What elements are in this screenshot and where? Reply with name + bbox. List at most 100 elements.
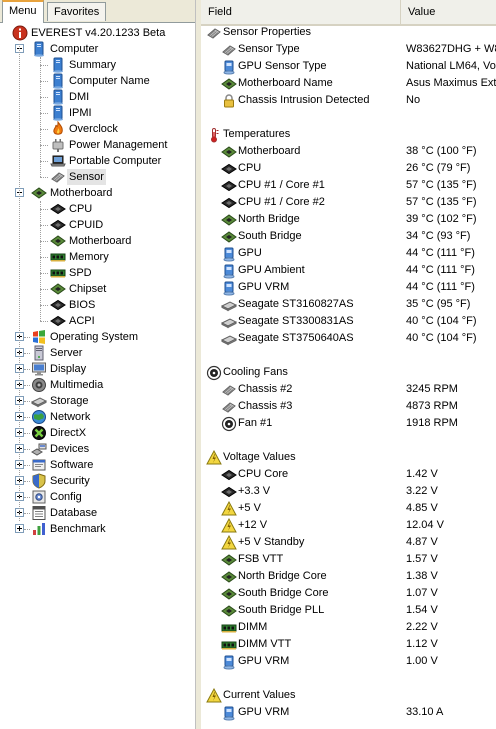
tree-item-label: Benchmark <box>50 523 106 535</box>
group-header-temperatures[interactable]: Temperatures <box>201 126 496 143</box>
list-row[interactable]: Sensor Type W83627DHG + W8 <box>201 41 496 58</box>
tree-connector <box>40 289 48 290</box>
field-name: South Bridge PLL <box>238 604 325 616</box>
field-name: North Bridge <box>238 213 300 225</box>
list-row[interactable]: GPU Sensor Type National LM64, Vol <box>201 58 496 75</box>
flame-icon <box>50 120 66 137</box>
list-row[interactable]: South Bridge PLL 1.54 V <box>201 602 496 619</box>
group-header-sensor-properties[interactable]: Sensor Properties <box>201 24 496 41</box>
list-row[interactable]: Chassis #3 4873 RPM <box>201 398 496 415</box>
list-row[interactable]: +3.3 V 3.22 V <box>201 483 496 500</box>
navigation-tree[interactable]: EVEREST v4.20.1233 Beta Computer Summary Co… <box>0 23 195 729</box>
list-row[interactable]: Motherboard 38 °C (100 °F) <box>201 143 496 160</box>
padlock-icon <box>221 93 237 109</box>
field-value: W83627DHG + W8 <box>406 43 496 55</box>
group-header-cooling-fans[interactable]: Cooling Fans <box>201 364 496 381</box>
field-value: 35 °C (95 °F) <box>406 298 471 310</box>
tree-item-label: IPMI <box>69 107 92 119</box>
list-row[interactable]: DIMM VTT 1.12 V <box>201 636 496 653</box>
field-value: 34 °C (93 °F) <box>406 230 471 242</box>
group-header-current-values[interactable]: Current Values <box>201 687 496 704</box>
tree-item-label: Motherboard <box>69 235 132 247</box>
field-value: 4.85 V <box>406 502 438 514</box>
field-value: 40 °C (104 °F) <box>406 315 477 327</box>
field-value: 12.04 V <box>406 519 444 531</box>
tree-connector <box>19 44 20 521</box>
list-row[interactable]: CPU #1 / Core #2 57 °C (135 °F) <box>201 194 496 211</box>
list-row[interactable]: +12 V 12.04 V <box>201 517 496 534</box>
tab-menu[interactable]: Menu <box>2 0 44 23</box>
list-row[interactable]: GPU VRM 1.00 V <box>201 653 496 670</box>
windows-logo-icon <box>31 329 47 345</box>
devices-icon <box>31 441 47 457</box>
laptop-icon <box>50 153 66 169</box>
list-row[interactable]: Seagate ST3300831AS 40 °C (104 °F) <box>201 313 496 330</box>
field-value: 4873 RPM <box>406 400 458 412</box>
chipset-icon <box>221 229 237 245</box>
memory-module-icon <box>50 249 66 265</box>
spd-module-icon <box>50 265 66 281</box>
list-row[interactable]: GPU VRM 33.10 A <box>201 704 496 721</box>
column-header-field[interactable]: Field <box>201 0 401 24</box>
field-value: 44 °C (111 °F) <box>406 281 475 293</box>
list-row[interactable]: North Bridge 39 °C (102 °F) <box>201 211 496 228</box>
tree-item-label: Security <box>50 475 90 487</box>
list-row[interactable]: GPU VRM 44 °C (111 °F) <box>201 279 496 296</box>
tree-item-label: Motherboard <box>50 187 113 199</box>
config-icon <box>31 489 47 505</box>
tree-item-label: CPU <box>69 203 93 215</box>
tree-item-label: Network <box>50 411 91 423</box>
tree-item-label: Computer <box>50 43 99 55</box>
list-row[interactable]: Chassis Intrusion Detected No <box>201 92 496 109</box>
list-row[interactable]: Fan #1 1918 RPM <box>201 415 496 432</box>
field-value: 44 °C (111 °F) <box>406 264 475 276</box>
tree-connector <box>40 209 48 210</box>
field-name: Motherboard <box>238 145 301 157</box>
list-row[interactable]: Seagate ST3750640AS 40 °C (104 °F) <box>201 330 496 347</box>
hard-disk-icon <box>220 297 238 313</box>
tree-item-label: Storage <box>50 395 89 407</box>
field-value: 3.22 V <box>406 485 438 497</box>
list-row[interactable]: Chassis #2 3245 RPM <box>201 381 496 398</box>
expand-benchmark-button[interactable] <box>15 524 24 533</box>
list-row[interactable]: Seagate ST3160827AS 35 °C (95 °F) <box>201 296 496 313</box>
list-row[interactable]: CPU #1 / Core #1 57 °C (135 °F) <box>201 177 496 194</box>
tree-item-label: Chipset <box>69 283 107 295</box>
list-row[interactable]: North Bridge Core 1.38 V <box>201 568 496 585</box>
group-header-voltage-values[interactable]: Voltage Values <box>201 449 496 466</box>
list-row[interactable]: South Bridge 34 °C (93 °F) <box>201 228 496 245</box>
tree-connector <box>40 129 48 130</box>
field-name: Chassis #3 <box>238 400 293 412</box>
tree-item-label: Sensor <box>67 169 106 185</box>
list-row[interactable]: GPU 44 °C (111 °F) <box>201 245 496 262</box>
tab-favorites[interactable]: Favorites <box>47 2 107 21</box>
field-name: CPU #1 / Core #1 <box>238 179 325 191</box>
field-value: 1.00 V <box>406 655 438 667</box>
tree-item-label: Display <box>50 363 87 375</box>
gpu-chip-icon <box>221 263 237 279</box>
list-row[interactable]: +5 V 4.85 V <box>201 500 496 517</box>
tree-item-label: Memory <box>69 251 109 263</box>
tree-connector <box>40 161 48 162</box>
column-header-value[interactable]: Value <box>401 0 496 24</box>
sensor-chip-icon <box>206 25 222 41</box>
list-row[interactable]: CPU Core 1.42 V <box>201 466 496 483</box>
tree-connector <box>24 337 30 338</box>
field-value: 38 °C (100 °F) <box>406 145 477 157</box>
list-row[interactable]: DIMM 2.22 V <box>201 619 496 636</box>
list-row[interactable]: Motherboard Name Asus Maximus Extr <box>201 75 496 92</box>
list-row[interactable]: GPU Ambient 44 °C (111 °F) <box>201 262 496 279</box>
field-name: Sensor Type <box>238 43 300 55</box>
list-row[interactable]: FSB VTT 1.57 V <box>201 551 496 568</box>
gpu-chip-icon <box>221 280 237 296</box>
voltage-icon <box>221 534 237 551</box>
chipset-icon <box>221 212 237 228</box>
field-name: South Bridge <box>238 230 302 242</box>
benchmark-icon <box>31 521 47 537</box>
list-row[interactable]: CPU 26 °C (79 °F) <box>201 160 496 177</box>
cpu-chip-icon <box>221 161 237 177</box>
list-row[interactable]: +5 V Standby 4.87 V <box>201 534 496 551</box>
field-name: GPU <box>238 247 262 259</box>
list-row[interactable]: South Bridge Core 1.07 V <box>201 585 496 602</box>
memory-module-icon <box>221 620 237 636</box>
